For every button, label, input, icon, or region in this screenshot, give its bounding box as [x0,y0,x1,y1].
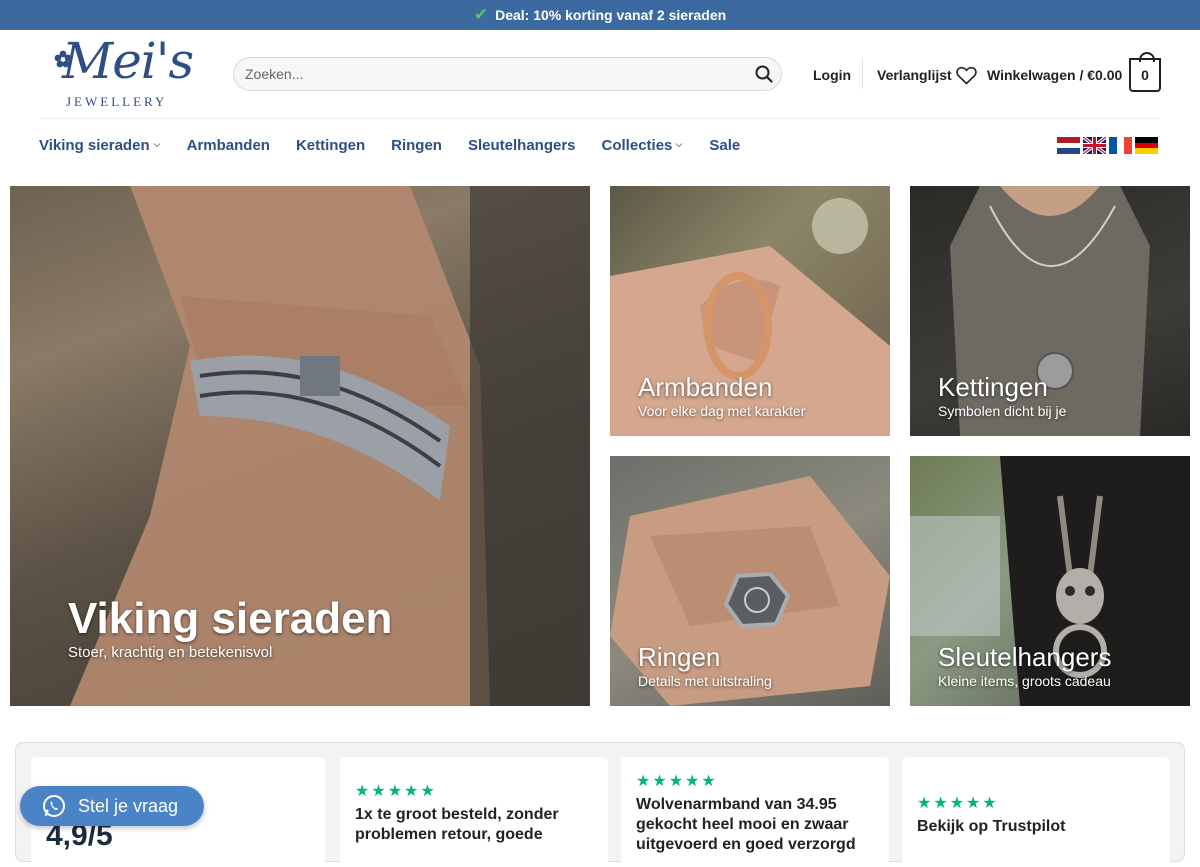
star-rating: ★★★★★ [355,783,437,800]
chat-label: Stel je vraag [78,795,179,816]
wishlist-link[interactable]: Verlanglijst [877,60,977,90]
menu-item-sleutelhangers[interactable]: Sleutelhangers [468,137,576,154]
tile-label: Viking sieraden Stoer, krachtig en betek… [68,594,392,661]
chat-button[interactable]: Stel je vraag [20,786,204,826]
tile-title: Viking sieraden [68,594,393,643]
menu-item-sale[interactable]: Sale [709,137,740,154]
menu-item-ringen[interactable]: Ringen [391,137,442,154]
tile-subtitle: Symbolen dicht bij je [938,403,1067,419]
menu-item-viking-sieraden[interactable]: Viking sieraden [39,137,161,154]
logo-script: Mei's [62,32,194,90]
star-rating: ★★★★★ [917,795,999,812]
trustpilot-card[interactable]: ★★★★★ Bekijk op Trustpilot [902,757,1170,867]
star-rating: ★★★★★ [636,773,718,790]
flag-nl-icon[interactable] [1057,137,1080,154]
review-text: Wolvenarmband van 34.95 gekocht heel moo… [636,796,856,853]
menu-item-collecties[interactable]: Collecties [602,137,684,154]
menu-item-armbanden[interactable]: Armbanden [187,137,270,154]
tile-label: Armbanden Voor elke dag met karakter [638,372,805,419]
tile-subtitle: Voor elke dag met karakter [638,403,806,419]
main-menu: Viking sieraden Armbanden Kettingen Ring… [39,135,766,155]
review-card[interactable]: ★★★★★ 1x te groot besteld, zonder proble… [340,757,608,867]
tile-label: Ringen Details met uitstraling [638,642,772,689]
tile-subtitle: Kleine items, groots cadeau [938,673,1111,689]
language-switcher [1057,137,1161,154]
tile-title: Sleutelhangers [938,642,1112,672]
search-input[interactable] [234,66,747,82]
deal-bar: ✔ Deal: 10% korting vanaf 2 sieraden [0,0,1200,30]
logo-subtitle: JEWELLERY [66,94,168,109]
deal-text: Deal: 10% korting vanaf 2 sieraden [495,7,727,23]
chevron-down-icon [153,143,160,148]
review-text: 1x te groot besteld, zonder problemen re… [355,806,559,843]
search-bar [233,57,782,91]
search-icon[interactable] [747,57,781,91]
cart-link[interactable]: Winkelwagen / €0.00 [987,60,1122,90]
category-tile-ringen[interactable]: Ringen Details met uitstraling [610,456,890,706]
category-tile-armbanden[interactable]: Armbanden Voor elke dag met karakter [610,186,890,436]
tile-subtitle: Stoer, krachtig en betekenisvol [68,644,273,661]
tile-title: Kettingen [938,372,1048,402]
menu-item-kettingen[interactable]: Kettingen [296,137,365,154]
whatsapp-icon [43,795,65,817]
flag-fr-icon[interactable] [1109,137,1132,154]
header-divider [862,59,863,89]
wishlist-label: Verlanglijst [877,67,952,83]
trustpilot-link[interactable]: Bekijk op Trustpilot [917,817,1155,837]
cart-count[interactable]: 0 [1129,52,1161,92]
review-card[interactable]: ★★★★★ Wolvenarmband van 34.95 gekocht he… [621,757,889,867]
site-header: Mei's JEWELLERY Login Verlanglijst Winke… [0,30,1200,118]
category-tile-viking[interactable]: Viking sieraden Stoer, krachtig en betek… [10,186,590,706]
category-tile-sleutelhangers[interactable]: Sleutelhangers Kleine items, groots cade… [910,456,1190,706]
chevron-down-icon [676,143,683,148]
tile-label: Kettingen Symbolen dicht bij je [938,372,1066,419]
tile-title: Armbanden [638,372,773,402]
logo[interactable]: Mei's JEWELLERY [40,32,194,112]
tile-subtitle: Details met uitstraling [638,673,772,689]
category-tile-kettingen[interactable]: Kettingen Symbolen dicht bij je [910,186,1190,436]
login-link[interactable]: Login [813,60,851,90]
flag-uk-icon[interactable] [1083,137,1106,154]
flag-de-icon[interactable] [1135,137,1158,154]
tile-title: Ringen [638,642,721,672]
tile-label: Sleutelhangers Kleine items, groots cade… [938,642,1111,689]
heart-icon [955,66,977,85]
header-separator [40,118,1160,119]
check-icon: ✔ [473,5,489,24]
